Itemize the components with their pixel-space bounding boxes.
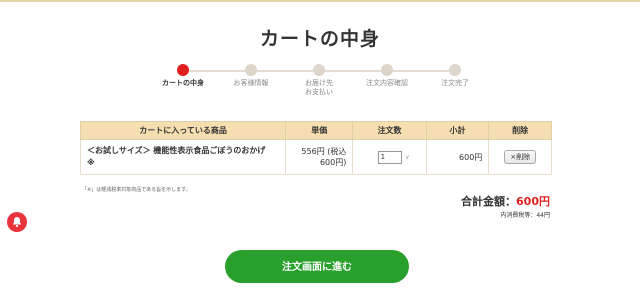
page-title: カートの中身 bbox=[259, 28, 380, 50]
step-complete: 注文完了 bbox=[417, 62, 493, 88]
quantity-cell: 1 ∨ bbox=[352, 139, 427, 175]
step-confirm: 注文内容確認 bbox=[349, 62, 425, 88]
step-label: 注文内容確認 bbox=[366, 79, 408, 87]
step-label: お届け先 お支払い bbox=[305, 79, 333, 96]
price-line-2: 600円) bbox=[319, 158, 347, 167]
quantity-select[interactable]: 1 ∨ bbox=[377, 150, 410, 164]
step-delivery-payment: お届け先 お支払い bbox=[281, 62, 357, 97]
quantity-value: 1 bbox=[380, 152, 386, 161]
step-dot bbox=[313, 64, 325, 76]
header-subtotal: 小計 bbox=[425, 121, 490, 140]
tax-note: 「※」は軽減税率対象商品である旨を示します。 bbox=[82, 187, 191, 193]
total-label: 合計金額： bbox=[461, 195, 517, 208]
tax-amount: 内消費税等：44円 bbox=[500, 212, 550, 219]
notification-button[interactable] bbox=[7, 212, 27, 232]
header-price: 単価 bbox=[285, 121, 354, 140]
top-border bbox=[0, 0, 640, 2]
header-delete: 削除 bbox=[488, 121, 552, 140]
cart-table: カートに入っている商品 単価 注文数 小計 削除 ＜お試しサイズ＞ 機能性表示食… bbox=[79, 121, 552, 175]
step-customer-info: お客様情報 bbox=[213, 62, 289, 88]
step-cart: カートの中身 bbox=[145, 62, 221, 88]
step-label: 注文完了 bbox=[441, 79, 469, 87]
total-amount: 合計金額：600円 bbox=[461, 193, 550, 209]
cart-header-row: カートに入っている商品 単価 注文数 小計 削除 bbox=[79, 121, 552, 140]
delete-button[interactable]: ×削除 bbox=[504, 150, 537, 164]
bell-icon bbox=[13, 217, 21, 228]
step-dot bbox=[177, 64, 189, 76]
step-label: お客様情報 bbox=[233, 79, 269, 87]
step-dot bbox=[245, 64, 257, 76]
header-product: カートに入っている商品 bbox=[79, 121, 287, 140]
subtotal-cell: 600円 bbox=[425, 139, 490, 175]
progress-steps: カートの中身 お客様情報 お届け先 お支払い 注文内容確認 注文完了 bbox=[145, 62, 485, 102]
product-name[interactable]: ＜お試しサイズ＞ 機能性表示食品ごぼうのおかげ bbox=[87, 146, 265, 155]
step-label: カートの中身 bbox=[162, 79, 204, 87]
table-row: ＜お試しサイズ＞ 機能性表示食品ごぼうのおかげ ※ 556円 (税込 600円)… bbox=[79, 139, 552, 175]
step-dot bbox=[449, 64, 461, 76]
reduced-tax-mark: ※ bbox=[87, 158, 95, 167]
product-cell: ＜お試しサイズ＞ 機能性表示食品ごぼうのおかげ ※ bbox=[79, 139, 287, 175]
proceed-to-order-button[interactable]: 注文画面に進む bbox=[225, 250, 409, 283]
price-line-1: 556円 (税込 bbox=[301, 147, 347, 156]
total-value: 600円 bbox=[516, 195, 550, 208]
step-dot bbox=[381, 64, 393, 76]
chevron-down-icon: ∨ bbox=[405, 153, 410, 161]
delete-cell: ×削除 bbox=[488, 139, 552, 175]
price-cell: 556円 (税込 600円) bbox=[285, 139, 354, 175]
header-quantity: 注文数 bbox=[352, 121, 427, 140]
